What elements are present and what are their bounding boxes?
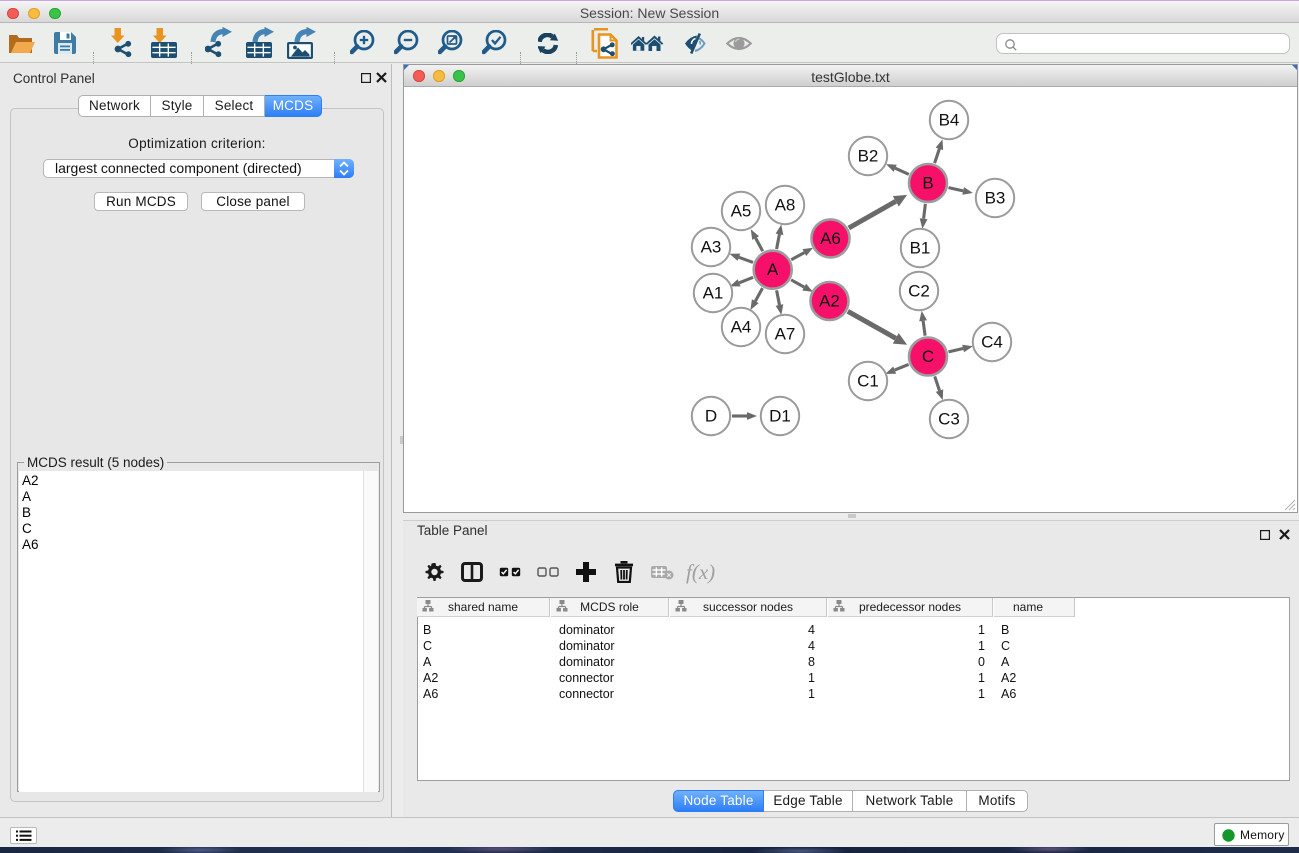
svg-text:B3: B3 [985,189,1006,208]
svg-text:A7: A7 [775,325,796,344]
svg-text:A2: A2 [819,292,840,311]
svg-text:B2: B2 [858,147,879,166]
svg-text:D: D [705,407,717,426]
svg-text:A5: A5 [731,202,752,221]
svg-text:A3: A3 [701,238,722,257]
svg-text:B1: B1 [910,239,931,258]
svg-text:A8: A8 [775,196,796,215]
svg-text:B: B [922,174,933,193]
svg-text:C1: C1 [857,372,879,391]
svg-text:A: A [767,260,779,279]
svg-text:B4: B4 [939,111,960,130]
svg-text:C2: C2 [908,282,930,301]
svg-text:A6: A6 [820,229,841,248]
svg-text:C: C [922,347,934,366]
svg-text:C4: C4 [981,333,1003,352]
svg-text:D1: D1 [769,407,791,426]
svg-text:C3: C3 [938,410,960,429]
svg-text:A1: A1 [703,284,724,303]
svg-text:A4: A4 [731,318,752,337]
